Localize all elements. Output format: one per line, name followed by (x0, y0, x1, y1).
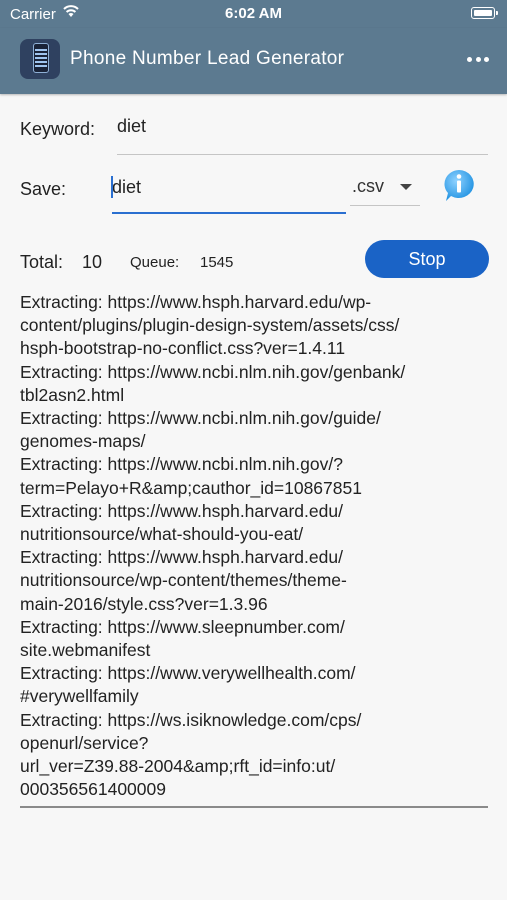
queue-label: Queue: (130, 254, 180, 271)
log-line: Extracting: https://www.ncbi.nlm.nih.gov… (20, 408, 381, 429)
log-line: nutritionsource/what-should-you-eat/ (20, 524, 304, 545)
log-line: Extracting: https://www.ncbi.nlm.nih.gov… (20, 361, 406, 382)
text-caret (111, 176, 113, 198)
app-logo-icon (20, 39, 60, 79)
app-header: Phone Number Lead Generator (0, 28, 507, 94)
log-line: Extracting: https://www.sleepnumber.com/ (20, 616, 345, 637)
save-label: Save: (20, 179, 67, 199)
queue-count: 1545 (200, 254, 234, 271)
total-count: 10 (82, 252, 103, 272)
info-icon[interactable] (441, 168, 477, 202)
log-line: site.webmanifest (20, 640, 151, 661)
log-line: hsph-bootstrap-no-conflict.css?ver=1.4.1… (20, 338, 346, 359)
log-line: Extracting: https://www.hsph.harvard.edu… (20, 292, 372, 312)
save-filename-input[interactable] (112, 172, 346, 202)
log-line: nutritionsource/wp-content/themes/theme- (20, 570, 347, 591)
log-line: term=Pelayo+R&amp;cauthor_id=10867851 (20, 477, 362, 498)
chevron-down-icon (400, 184, 412, 190)
more-options-icon[interactable] (467, 57, 489, 63)
stop-button[interactable]: Stop (365, 240, 489, 278)
log-line: Extracting: https://www.ncbi.nlm.nih.gov… (20, 454, 343, 475)
extraction-log: Extracting: https://www.hsph.harvard.edu… (20, 291, 488, 801)
log-line: tbl2asn2.html (20, 384, 125, 405)
log-line: Extracting: https://ws.isiknowledge.com/… (20, 709, 362, 730)
log-line: genomes-maps/ (20, 431, 146, 452)
log-line: Extracting: https://www.hsph.harvard.edu… (20, 500, 343, 521)
log-line: main-2016/style.css?ver=1.3.96 (20, 593, 268, 614)
keyword-input[interactable]: diet (117, 116, 146, 137)
app-title: Phone Number Lead Generator (70, 48, 345, 69)
log-line: 000356561400009 (20, 779, 166, 800)
log-underline (20, 806, 488, 808)
log-line: #verywellfamily (20, 686, 139, 707)
log-line: openurl/service? (20, 732, 149, 753)
save-input-underline (112, 212, 346, 214)
file-extension-select[interactable]: .csv (350, 172, 420, 204)
keyword-underline (117, 154, 488, 155)
log-line: Extracting: https://www.verywellhealth.c… (20, 663, 356, 684)
status-time: 6:02 AM (225, 5, 282, 22)
file-extension-underline (350, 205, 420, 206)
status-bar: Carrier 6:02 AM (0, 0, 507, 28)
log-line: Extracting: https://www.hsph.harvard.edu… (20, 547, 343, 568)
battery-icon (471, 7, 498, 19)
log-line: content/plugins/plugin-design-system/ass… (20, 315, 400, 336)
log-line: url_ver=Z39.88-2004&amp;rft_id=info:ut/ (20, 756, 336, 777)
keyword-label: Keyword: (20, 119, 96, 139)
total-label: Total: (20, 252, 64, 272)
file-extension-value: .csv (352, 176, 385, 196)
